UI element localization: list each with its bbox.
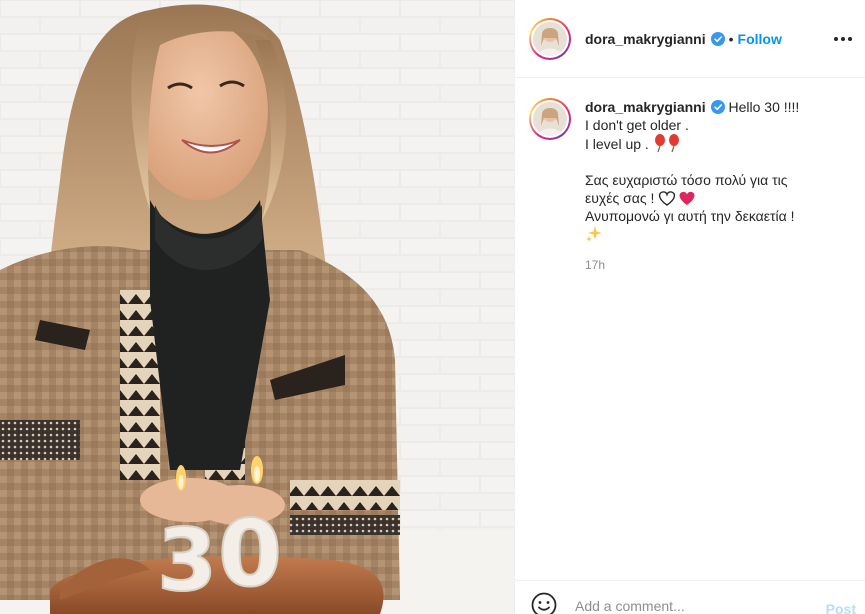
caption-line-blank [585, 153, 799, 171]
caption-text-hello: Hello 30 !!!! [724, 99, 800, 115]
verified-badge-icon [710, 31, 725, 46]
caption-line-8 [585, 225, 799, 244]
caption-text: dora_makrygianni Hello 30 !!!! I don't g… [585, 98, 799, 274]
avatar-image [533, 21, 567, 56]
caption-line-3: I level up . [585, 134, 799, 153]
caption-text-wishes: ευχές σας ! [585, 190, 659, 206]
post-comment-button[interactable]: Post [826, 601, 856, 614]
caption-username[interactable]: dora_makrygianni [585, 99, 706, 115]
candle-3: 3 [157, 511, 217, 611]
post-header: dora_makrygianni • Follow [515, 0, 865, 78]
post-timestamp[interactable]: 17h [585, 256, 799, 274]
smiley-icon[interactable] [531, 592, 557, 614]
more-horizontal-icon[interactable] [832, 28, 854, 50]
follow-button[interactable]: Follow [738, 31, 782, 47]
caption: dora_makrygianni Hello 30 !!!! I don't g… [529, 98, 854, 274]
balloon-icon [654, 134, 679, 152]
caption-line-2: I don't get older . [585, 117, 689, 133]
caption-line-5: Σας ευχαριστώ τόσο πολύ για τις [585, 172, 788, 188]
post-side-panel: dora_makrygianni • Follow dora_makrygian… [514, 0, 865, 614]
post-photo[interactable]: 3 0 [0, 0, 514, 614]
candle-0: 0 [218, 500, 282, 607]
hearts-icon [659, 191, 695, 206]
avatar[interactable] [529, 17, 571, 60]
caption-line-1: dora_makrygianni Hello 30 !!!! [585, 98, 799, 116]
sparkles-icon [586, 226, 602, 242]
caption-line-6: ευχές σας ! [585, 189, 799, 207]
caption-line-7: Ανυπομονώ γι αυτή την δεκαετία ! [585, 208, 795, 224]
separator-dot: • [728, 30, 734, 47]
comment-input[interactable] [575, 597, 805, 614]
header-username[interactable]: dora_makrygianni [585, 31, 706, 47]
caption-text-level-up: I level up . [585, 136, 653, 152]
comment-bar: Post [515, 580, 865, 614]
avatar-image [533, 102, 567, 136]
caption-avatar[interactable] [529, 98, 571, 140]
birthday-photo: 3 0 [0, 0, 514, 614]
verified-badge-icon [710, 100, 725, 114]
